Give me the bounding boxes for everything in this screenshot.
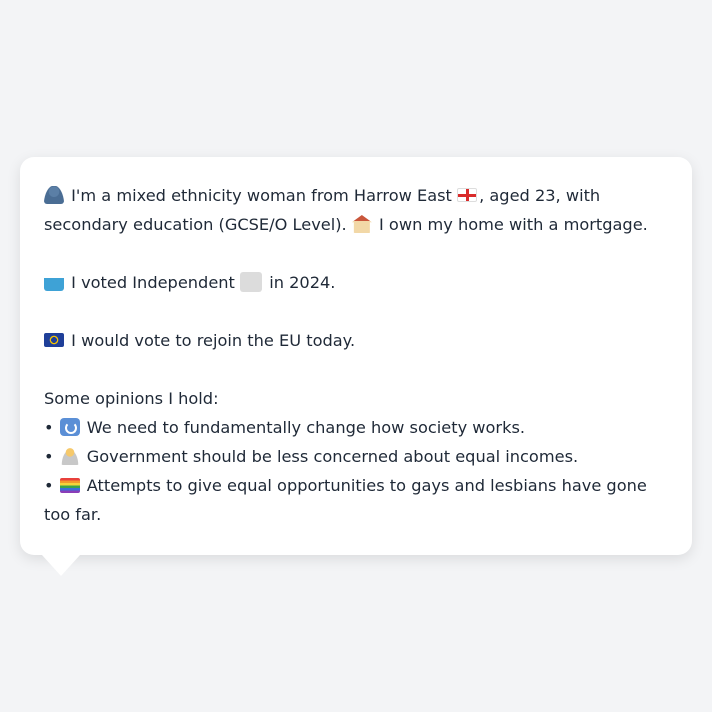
house-icon: [351, 215, 372, 233]
party-color-swatch: [240, 272, 263, 292]
opinion-item: • We need to fundamentally change how so…: [44, 413, 668, 442]
home-text: I own my home with a mortgage.: [379, 215, 648, 234]
eu-text: I would vote to rejoin the EU today.: [71, 331, 356, 350]
vote-paragraph: I voted Independent in 2024.: [44, 268, 668, 297]
shrug-icon: [59, 447, 80, 465]
opinion-item: • Attempts to give equal opportunities t…: [44, 471, 668, 529]
bullet: •: [44, 447, 54, 466]
eu-flag-icon: [44, 333, 64, 347]
refresh-icon: [59, 418, 80, 436]
eu-paragraph: I would vote to rejoin the EU today.: [44, 326, 668, 355]
rainbow-flag-icon: [59, 478, 80, 493]
opinion-text: Government should be less concerned abou…: [86, 447, 579, 466]
opinions-heading: Some opinions I hold:: [44, 389, 219, 408]
person-icon: [44, 186, 64, 204]
profile-speech-bubble: I'm a mixed ethnicity woman from Harrow …: [20, 157, 692, 555]
bullet: •: [44, 476, 54, 495]
bullet: •: [44, 418, 54, 437]
ballot-box-icon: [44, 273, 64, 291]
opinion-text: We need to fundamentally change how soci…: [86, 418, 526, 437]
intro-text: I'm a mixed ethnicity woman from Harrow …: [71, 186, 452, 205]
speech-bubble-tail: [42, 555, 80, 576]
opinion-item: • Government should be less concerned ab…: [44, 442, 668, 471]
vote-text: I voted Independent: [71, 273, 235, 292]
opinion-text: Attempts to give equal opportunities to …: [44, 476, 647, 524]
vote-year: in 2024.: [269, 273, 336, 292]
opinions-section: Some opinions I hold: • We need to funda…: [44, 384, 668, 529]
england-flag-icon: [457, 188, 478, 202]
intro-paragraph: I'm a mixed ethnicity woman from Harrow …: [44, 181, 668, 239]
